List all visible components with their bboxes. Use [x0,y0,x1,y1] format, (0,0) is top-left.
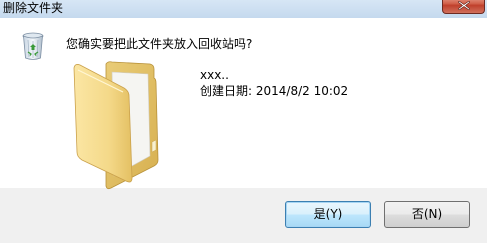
recycle-bin-icon [22,32,44,60]
window-title: 删除文件夹 [3,1,64,15]
close-icon [458,1,470,10]
file-name: xxx.. [200,68,229,82]
yes-button[interactable]: 是(Y) [285,201,371,228]
confirm-question: 您确实要把此文件夹放入回收站吗? [66,37,253,51]
title-bar[interactable]: 删除文件夹 [0,0,487,18]
created-date-value: 2014/8/2 10:02 [255,84,349,98]
no-button[interactable]: 否(N) [384,201,470,228]
created-date-label: 创建日期: [200,84,253,98]
folder-icon [73,61,159,190]
delete-folder-dialog: 删除文件夹 您确实要把此文件夹放入回收站吗? xxx.. 创建日期: 2014/… [0,0,487,243]
close-button[interactable] [442,0,485,14]
created-date-row: 创建日期: 2014/8/2 10:02 [200,83,348,99]
